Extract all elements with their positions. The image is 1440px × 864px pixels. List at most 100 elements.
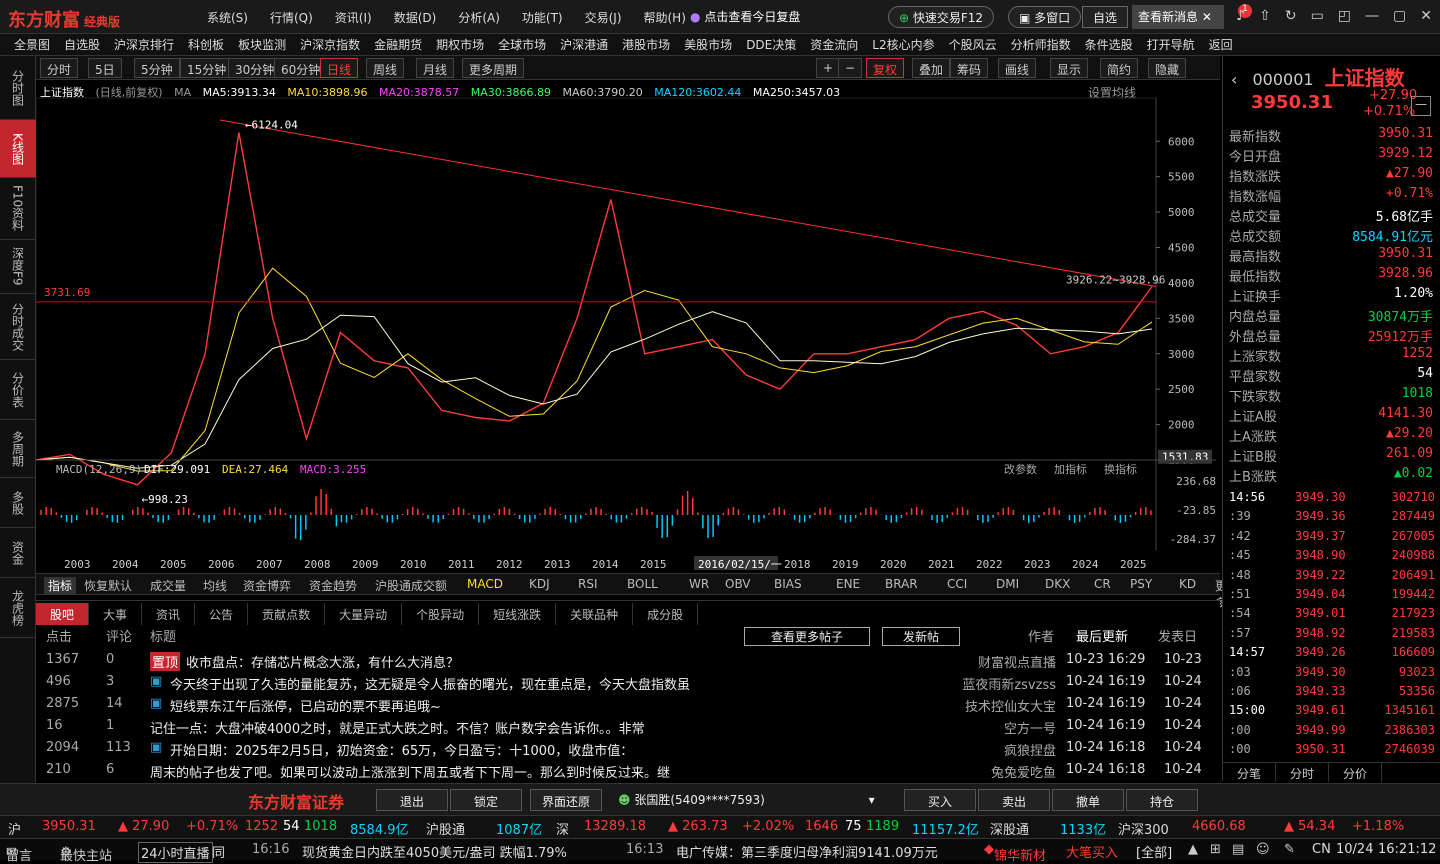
- leftnav-item-9[interactable]: 龙虎榜: [0, 578, 36, 638]
- chevron-down-icon[interactable]: ▾: [869, 793, 875, 807]
- nav-item-14[interactable]: L2核心内参: [872, 36, 934, 53]
- post-title[interactable]: 短线票东江午后涨停，已启动的票不要再追哦~: [170, 696, 441, 715]
- alert-stock[interactable]: ◆ 锦华新材: [984, 842, 1046, 864]
- indicator-7[interactable]: MACD: [467, 577, 503, 591]
- lock-button[interactable]: 锁定: [450, 789, 522, 811]
- bottom-tab-1[interactable]: 大事: [89, 603, 143, 625]
- tool-3[interactable]: 画线: [998, 58, 1037, 78]
- grid-icon[interactable]: ⊞: [1210, 842, 1221, 857]
- close-icon[interactable]: ✕: [1202, 10, 1212, 24]
- tool-5[interactable]: 简约: [1100, 58, 1139, 78]
- review-promo[interactable]: ● 点击查看今日复盘: [690, 8, 800, 25]
- table-row[interactable]: 16 1 记住一点：大盘冲破4000之时，就是正式大跌之时。不信？账户数字会告诉你。…: [36, 715, 1220, 737]
- indicator-2[interactable]: 成交量: [150, 577, 186, 594]
- nav-item-2[interactable]: 沪深京排行: [114, 36, 174, 53]
- post-author[interactable]: 技术控仙女大宝: [965, 696, 1056, 715]
- nav-item-15[interactable]: 个股风云: [949, 36, 997, 53]
- quick-trade-button[interactable]: ⊕ 快速交易F12: [888, 6, 995, 28]
- skin-icon[interactable]: ◰: [1338, 8, 1351, 24]
- nav-item-9[interactable]: 沪深港通: [560, 36, 608, 53]
- indicator-4[interactable]: 资金博弈: [243, 577, 291, 594]
- bottom-tab-0[interactable]: 股吧: [36, 603, 90, 625]
- tool-1[interactable]: 叠加: [912, 58, 951, 78]
- bottom-tab-8[interactable]: 关联品种: [556, 603, 634, 625]
- period-6[interactable]: 日线: [320, 58, 359, 78]
- bell-icon[interactable]: ♪: [1236, 8, 1245, 24]
- nav-item-0[interactable]: 全景图: [14, 36, 50, 53]
- window-icon[interactable]: ▭: [1311, 8, 1324, 24]
- nav-item-10[interactable]: 港股市场: [622, 36, 670, 53]
- col-title[interactable]: 标题: [150, 626, 176, 645]
- tool-4[interactable]: 显示: [1050, 58, 1089, 78]
- menu-quotes[interactable]: 行情(Q): [270, 9, 313, 26]
- indicator-5[interactable]: 资金趋势: [309, 577, 357, 594]
- menu-analysis[interactable]: 分析(A): [458, 9, 500, 26]
- indicator-11[interactable]: WR: [689, 577, 709, 591]
- table-row[interactable]: 2875 14 ▣ 短线票东江午后涨停，已启动的票不要再追哦~ 技术控仙女大宝 10-24…: [36, 693, 1220, 715]
- exit-button[interactable]: 退出: [376, 789, 448, 811]
- cancel-order-button[interactable]: 撤单: [1052, 789, 1124, 811]
- nav-item-5[interactable]: 沪深京指数: [300, 36, 360, 53]
- restore-button[interactable]: 界面还原: [530, 789, 602, 811]
- maximize-icon[interactable]: ▢: [1393, 8, 1406, 24]
- right-tab-2[interactable]: 分价: [1329, 763, 1383, 782]
- bottom-tab-4[interactable]: 贡献点数: [248, 603, 326, 625]
- nav-item-16[interactable]: 分析师指数: [1011, 36, 1071, 53]
- menu-system[interactable]: 系统(S): [207, 9, 248, 26]
- indicator-21[interactable]: KD: [1179, 577, 1196, 591]
- indicator-15[interactable]: BRAR: [885, 577, 918, 591]
- chat-icon[interactable]: ✎: [1284, 842, 1295, 857]
- news-item-2[interactable]: 电广传媒：第三季度归母净利润9141.09万元: [676, 842, 938, 861]
- menu-info[interactable]: 资讯(I): [335, 9, 372, 26]
- col-posted[interactable]: 发表日: [1158, 626, 1197, 645]
- table-row[interactable]: 2094 113 ▣ 开始日期：2025年2月5日，初始资金：65万，今日盈亏：十10…: [36, 737, 1220, 759]
- table-row[interactable]: 1367 0 置顶 收市盘点：存储芯片概念大涨，有什么大消息？ 财富视点直播 10-23 …: [36, 649, 1220, 671]
- indicator-6[interactable]: 沪股通成交额: [375, 577, 447, 594]
- person-icon[interactable]: ☺: [1256, 842, 1270, 857]
- post-author[interactable]: 空方一号: [1004, 718, 1056, 737]
- post-author[interactable]: 疯狼捏盘: [1004, 740, 1056, 759]
- zoom-in-icon[interactable]: +: [816, 58, 841, 78]
- nav-item-8[interactable]: 全球市场: [498, 36, 546, 53]
- new-message-button[interactable]: 查看新消息 ✕: [1132, 5, 1224, 29]
- nav-item-6[interactable]: 金融期货: [374, 36, 422, 53]
- leftnav-item-8[interactable]: 资金: [0, 528, 36, 578]
- nav-item-13[interactable]: 资金流向: [810, 36, 858, 53]
- bottom-tab-7[interactable]: 短线涨跌: [479, 603, 557, 625]
- nav-item-4[interactable]: 板块监测: [238, 36, 286, 53]
- post-title[interactable]: 记住一点：大盘冲破4000之时，就是正式大跌之时。不信？账户数字会告诉你。。非常: [150, 718, 645, 737]
- multi-window-button[interactable]: ▣ 多窗口: [1008, 6, 1082, 28]
- tool-0[interactable]: 复权: [866, 58, 905, 78]
- minimize-icon[interactable]: —: [1365, 8, 1379, 24]
- indicator-8[interactable]: KDJ: [529, 577, 550, 591]
- bottom-tab-2[interactable]: 资讯: [142, 603, 196, 625]
- bottom-tab-9[interactable]: 成分股: [633, 603, 699, 625]
- news-item-1[interactable]: 现货黄金日内跌至4050美元/盎司 跌幅1.79%: [302, 842, 567, 861]
- indicator-1[interactable]: 恢复默认: [84, 577, 132, 594]
- nav-item-1[interactable]: 自选股: [64, 36, 100, 53]
- indicator-13[interactable]: BIAS: [774, 577, 802, 591]
- period-8[interactable]: 月线: [416, 58, 455, 78]
- col-updated[interactable]: 最后更新: [1076, 626, 1128, 645]
- period-9[interactable]: 更多周期: [462, 58, 525, 78]
- nav-item-19[interactable]: 返回: [1209, 36, 1233, 53]
- col-author[interactable]: 作者: [1028, 626, 1054, 645]
- buy-button[interactable]: 买入: [904, 789, 976, 811]
- nav-item-12[interactable]: DDE决策: [746, 36, 796, 53]
- right-tab-1[interactable]: 分时: [1276, 763, 1330, 782]
- nav-item-18[interactable]: 打开导航: [1147, 36, 1195, 53]
- indicator-20[interactable]: PSY: [1130, 577, 1152, 591]
- close-window-icon[interactable]: ✕: [1420, 8, 1432, 24]
- tool-2[interactable]: 筹码: [950, 58, 989, 78]
- alert-all[interactable]: [全部]: [1136, 842, 1172, 861]
- indicator-0[interactable]: 指标: [44, 577, 77, 594]
- post-author[interactable]: 蓝夜雨新zsvzss: [962, 674, 1056, 693]
- bottom-tab-3[interactable]: 公告: [195, 603, 249, 625]
- indicator-10[interactable]: BOLL: [627, 577, 658, 591]
- col-comment[interactable]: 评论: [106, 626, 132, 645]
- leftnav-item-7[interactable]: 多股: [0, 478, 36, 528]
- chart-icon[interactable]: ▤: [1232, 842, 1244, 857]
- indicator-19[interactable]: CR: [1094, 577, 1111, 591]
- zoom-out-icon[interactable]: −: [838, 58, 863, 78]
- indicator-3[interactable]: 均线: [203, 577, 227, 594]
